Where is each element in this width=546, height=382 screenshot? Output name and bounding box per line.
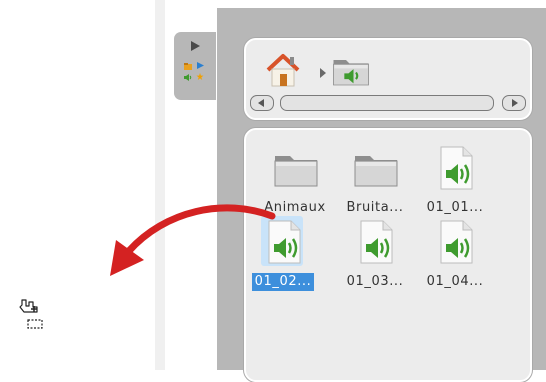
file-label: Animaux (264, 200, 326, 215)
folder-icon (352, 144, 400, 192)
file-item-bruitages[interactable]: Bruita... (332, 140, 418, 220)
audio-folder-icon[interactable] (331, 50, 371, 90)
horizontal-scrollbar[interactable] (250, 95, 526, 111)
file-item-01-03[interactable]: 01_03... (332, 214, 418, 294)
folder-icon (272, 144, 320, 192)
address-bar (244, 38, 532, 120)
file-item-01-02[interactable]: 01_02... (240, 214, 326, 294)
file-label: Bruita... (346, 200, 404, 215)
folder-icon (184, 63, 192, 70)
play-icon (197, 62, 204, 69)
file-item-animaux[interactable]: Animaux (252, 140, 338, 220)
file-item-01-04[interactable]: 01_04... (412, 214, 498, 294)
scroll-right-icon[interactable] (502, 95, 526, 111)
file-label: 01_04... (426, 274, 484, 289)
side-panel-tab[interactable] (174, 32, 216, 100)
audio-file-icon (260, 218, 308, 266)
drag-copy-cursor-icon (19, 299, 43, 329)
expand-arrow-icon[interactable] (191, 41, 200, 51)
audio-file-icon (432, 144, 480, 192)
scroll-thumb[interactable] (280, 95, 494, 111)
file-item-01-01[interactable]: 01_01... (412, 140, 498, 220)
separator (155, 0, 165, 370)
scroll-left-icon[interactable] (250, 95, 274, 111)
file-label: 01_02... (251, 273, 315, 291)
speaker-icon (184, 74, 192, 81)
audio-file-icon (352, 218, 400, 266)
star-icon (196, 73, 204, 80)
home-icon[interactable] (264, 52, 302, 88)
file-label: 01_01... (426, 200, 484, 215)
chevron-right-icon (320, 68, 326, 78)
file-list: Animaux Bruita... 01_01... 01_02... 01_0… (244, 128, 532, 382)
audio-file-icon (432, 218, 480, 266)
file-label: 01_03... (346, 274, 404, 289)
